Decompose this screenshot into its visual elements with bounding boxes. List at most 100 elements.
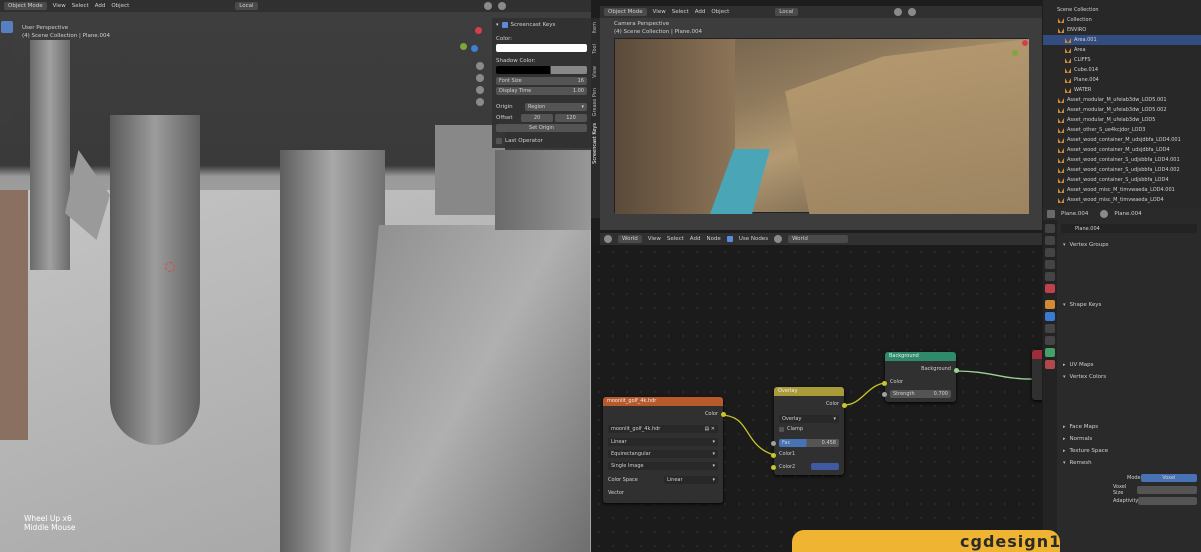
remesh-mode-voxel[interactable]: Voxel: [1140, 474, 1197, 482]
color-swatch[interactable]: [496, 44, 587, 52]
interpolation-select[interactable]: Linear ▾: [608, 438, 718, 446]
outliner-item[interactable]: Asset_wood_misc_M_timvwaeda_LOD4.001: [1043, 185, 1201, 195]
outliner-item[interactable]: Cube.014: [1043, 65, 1201, 75]
source-select[interactable]: Single Image ▾: [608, 462, 718, 470]
properties-section[interactable]: Vertex Colors: [1059, 372, 1201, 382]
output-tab-icon[interactable]: [1045, 248, 1055, 257]
cam-shading-solid-icon[interactable]: [893, 8, 902, 16]
cam-transform-orientation[interactable]: Local: [775, 8, 798, 16]
outliner-item[interactable]: Asset_modular_M_ufeiab3dw_LOD5.001: [1043, 95, 1201, 105]
fac-slider[interactable]: Fac 0.458: [779, 439, 839, 447]
outliner-item[interactable]: Asset_wood_container_S_udjsbbfa_LOD4.002: [1043, 165, 1201, 175]
navigation-gizmo[interactable]: [455, 25, 485, 55]
environment-texture-node[interactable]: moonlit_golf_4k.hdr Color moonlit_golf_4…: [603, 397, 726, 503]
material-tab-icon[interactable]: [1045, 360, 1055, 369]
scene-tab-icon[interactable]: [1045, 272, 1055, 281]
tab-view[interactable]: View: [592, 66, 598, 78]
font-size-field[interactable]: Font Size 16: [496, 77, 587, 85]
env-color-socket[interactable]: [721, 412, 726, 417]
view-layer-tab-icon[interactable]: [1045, 260, 1055, 269]
viewport-camera[interactable]: Camera Perspective (4) Scene Collection …: [600, 18, 1042, 230]
offset-x-field[interactable]: 20: [521, 113, 553, 122]
folder-icon[interactable]: ▤ ✕: [704, 426, 715, 432]
adaptivity-field[interactable]: [1138, 497, 1197, 505]
rotate-tool-icon[interactable]: [1, 60, 13, 72]
zoom-icon[interactable]: [476, 62, 484, 70]
cam-menu-add[interactable]: Add: [695, 9, 706, 15]
color1-socket[interactable]: [771, 453, 776, 458]
camera-view-icon[interactable]: [476, 86, 484, 94]
node-menu-view[interactable]: View: [648, 236, 661, 242]
world-output-node[interactable]: [1032, 350, 1042, 400]
menu-view[interactable]: View: [53, 3, 66, 9]
pan-hand-icon[interactable]: [476, 74, 484, 82]
tab-tool[interactable]: Tool: [592, 44, 598, 54]
annotate-tool-icon[interactable]: [1, 99, 13, 111]
outliner-item[interactable]: Asset_wood_container_S_udjsbbfa_LOD4.001: [1043, 155, 1201, 165]
display-time-field[interactable]: Display Time 1.00: [496, 87, 587, 95]
cursor-tool-icon[interactable]: [1, 34, 13, 46]
outliner-item[interactable]: Asset_wood_container_S_udjsbbfa_LOD4: [1043, 175, 1201, 185]
tool-tab-icon[interactable]: [1045, 224, 1055, 233]
cam-menu-select[interactable]: Select: [672, 9, 689, 15]
world-tab-icon[interactable]: [1045, 284, 1055, 293]
measure-tool-icon[interactable]: [1, 112, 13, 124]
transform-tool-icon[interactable]: [1, 86, 13, 98]
cam-mode-select[interactable]: Object Mode: [604, 8, 647, 16]
properties-data-name[interactable]: Plane.004: [1114, 211, 1141, 217]
strength-socket[interactable]: [882, 392, 887, 397]
node-menu-select[interactable]: Select: [667, 236, 684, 242]
outliner-item[interactable]: Asset_wood_container_M_udsjdbfa_LOD4.001: [1043, 135, 1201, 145]
origin-select[interactable]: Region ▾: [525, 102, 587, 111]
properties-section[interactable]: Face Maps: [1059, 422, 1201, 432]
tab-screencast-keys[interactable]: Screencast Keys: [592, 123, 598, 164]
shader-type-select[interactable]: World: [618, 235, 642, 243]
menu-select[interactable]: Select: [72, 3, 89, 9]
render-tab-icon[interactable]: [1045, 236, 1055, 245]
outliner-item[interactable]: Plane.004: [1043, 75, 1201, 85]
env-image-field[interactable]: moonlit_golf_4k.hdr ▤ ✕: [608, 425, 718, 433]
outliner-item[interactable]: Collection: [1043, 15, 1201, 25]
properties-object-name[interactable]: Plane.004: [1061, 211, 1088, 217]
shading-solid-icon[interactable]: [483, 2, 492, 10]
shading-material-icon[interactable]: [497, 2, 506, 10]
node-menu-add[interactable]: Add: [690, 236, 701, 242]
properties-section[interactable]: Normals: [1059, 434, 1201, 444]
outliner-item[interactable]: Asset_modular_M_ufeiab3dw_LOD5.002: [1043, 105, 1201, 115]
select-tool-icon[interactable]: [1, 21, 13, 33]
last-operator-checkbox[interactable]: [496, 137, 502, 144]
particles-tab-icon[interactable]: [1045, 324, 1055, 333]
properties-section[interactable]: Shape Keys: [1059, 300, 1201, 310]
cam-navigation-gizmo[interactable]: [1010, 38, 1030, 58]
strength-field[interactable]: Strength 0.700: [890, 390, 951, 398]
outliner-item[interactable]: Asset_wood_container_M_udsjdbfa_LOD4: [1043, 145, 1201, 155]
outliner-item[interactable]: Area: [1043, 45, 1201, 55]
outliner-item[interactable]: Area.001: [1043, 35, 1201, 45]
tab-grease-pen[interactable]: Grease Pen: [592, 88, 598, 116]
set-origin-button[interactable]: Set Origin: [496, 124, 587, 132]
world-name-field[interactable]: World: [788, 235, 849, 243]
node-editor[interactable]: moonlit_golf_4k.hdr Color moonlit_golf_4…: [592, 245, 1042, 552]
overlay-mix-node[interactable]: Overlay Color Overlay ▾ Clamp Fac 0.458 C…: [771, 387, 847, 475]
color2-swatch[interactable]: [811, 463, 839, 470]
mode-select[interactable]: Object Mode: [4, 2, 47, 10]
outliner-item[interactable]: Asset_wood_misc_M_timvwaeda_LOD4: [1043, 195, 1201, 205]
mesh-data-tab-icon[interactable]: [1045, 348, 1055, 357]
mesh-name-field[interactable]: Plane.004: [1061, 224, 1197, 233]
blend-type-select[interactable]: Overlay ▾: [779, 415, 839, 423]
properties-section[interactable]: Vertex Groups: [1059, 240, 1201, 250]
projection-select[interactable]: Equirectangular ▾: [608, 450, 718, 458]
properties-section[interactable]: UV Maps: [1059, 360, 1201, 370]
cam-menu-view[interactable]: View: [653, 9, 666, 15]
fac-socket[interactable]: [771, 441, 776, 446]
color-space-select[interactable]: Linear ▾: [664, 476, 718, 484]
menu-object[interactable]: Object: [111, 3, 129, 9]
cam-menu-object[interactable]: Object: [711, 9, 729, 15]
cam-shading-material-icon[interactable]: [907, 8, 916, 16]
offset-y-field[interactable]: 120: [555, 113, 587, 122]
outliner-item[interactable]: Asset_other_S_ue4kcjdor_LOD3: [1043, 125, 1201, 135]
outliner-scene-collection[interactable]: Scene Collection: [1043, 5, 1201, 15]
object-tab-icon[interactable]: [1045, 300, 1055, 309]
screencast-enable-checkbox[interactable]: [501, 21, 508, 28]
overlay-output-socket[interactable]: [842, 403, 847, 408]
